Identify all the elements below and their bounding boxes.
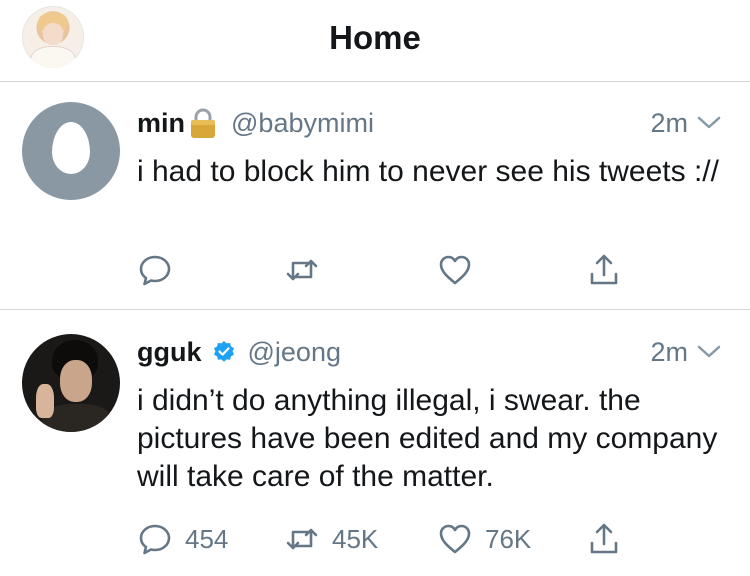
reply-button[interactable] (137, 250, 185, 290)
like-button[interactable] (437, 250, 485, 290)
chevron-down-icon[interactable] (696, 115, 722, 131)
timestamp-text: 2m (650, 107, 688, 138)
tweet-avatar[interactable] (22, 334, 120, 432)
tweet-header: min @babymimi (137, 106, 374, 140)
avatar-face (60, 360, 92, 402)
reply-count: 454 (185, 523, 229, 554)
heart-icon (439, 524, 471, 554)
like-count: 76K (485, 523, 532, 554)
user-handle[interactable]: @babymimi (231, 108, 374, 139)
retweet-count: 45K (332, 523, 379, 554)
tweet-actions (0, 250, 750, 290)
retweet-button[interactable]: 45K (284, 519, 378, 559)
default-egg-avatar-icon (52, 122, 90, 174)
lock-icon (191, 108, 216, 138)
reply-button[interactable]: 454 (137, 519, 228, 559)
retweet-button[interactable] (284, 250, 332, 290)
retweet-icon (286, 259, 318, 281)
timestamp-text: 2m (650, 336, 688, 367)
retweet-icon (286, 528, 318, 550)
tweet-text: i had to block him to never see his twee… (137, 155, 719, 188)
tweet-header: gguk @jeong (137, 335, 341, 369)
chevron-down-icon[interactable] (696, 344, 722, 360)
share-icon (590, 523, 618, 554)
reply-icon (139, 255, 171, 286)
avatar-hand (36, 384, 54, 418)
tweet[interactable]: min @babymimi 2m i had to block him to n… (0, 82, 750, 310)
heart-icon (439, 255, 471, 285)
share-button[interactable] (586, 519, 622, 559)
page-title: Home (329, 19, 421, 56)
tweet-timestamp: 2m (650, 106, 722, 140)
like-button[interactable]: 76K (437, 519, 531, 559)
display-name[interactable]: gguk (137, 337, 202, 368)
share-icon (590, 254, 618, 285)
reply-icon (139, 524, 171, 555)
user-handle[interactable]: @jeong (248, 337, 341, 368)
tweet-timestamp: 2m (650, 335, 722, 369)
verified-badge-icon (213, 341, 234, 362)
share-button[interactable] (586, 250, 622, 290)
tweet-actions: 454 45K 76K (0, 519, 750, 559)
display-name[interactable]: min (137, 108, 185, 139)
tweet[interactable]: gguk @jeong 2m i didn’t do anything ille… (0, 310, 750, 576)
tweet-avatar[interactable] (22, 102, 120, 200)
tweet-text: i didn’t do anything illegal, i swear. t… (137, 384, 718, 493)
top-bar: Home (0, 0, 750, 82)
